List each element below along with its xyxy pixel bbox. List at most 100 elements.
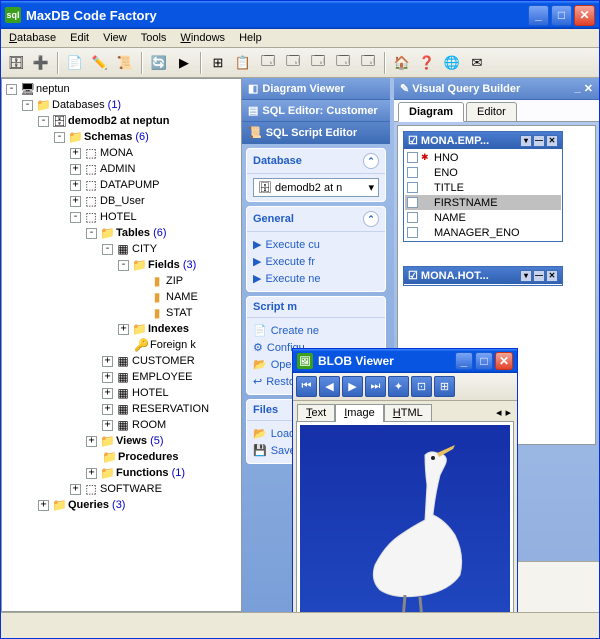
menu-tools[interactable]: Tools: [141, 32, 167, 44]
expand-icon[interactable]: +: [118, 324, 129, 335]
tree-db[interactable]: demodb2 at neptun: [68, 115, 169, 127]
close-icon[interactable]: ✕: [584, 82, 593, 95]
minimize-button[interactable]: _: [455, 352, 473, 370]
tb-mail-icon[interactable]: ✉: [466, 52, 488, 74]
tb-world-icon[interactable]: 🌐: [441, 52, 463, 74]
tab-html[interactable]: HTML: [384, 404, 432, 421]
last-icon[interactable]: ⏭: [365, 376, 386, 397]
table-window-emp[interactable]: ☑ MONA.EMP...▾—✕ ✱HNOENOTITLEFIRSTNAMENA…: [403, 131, 563, 242]
grid-icon[interactable]: ⊞: [434, 376, 455, 397]
column-name[interactable]: HNO: [434, 152, 458, 164]
tree-table[interactable]: EMPLOYEE: [132, 371, 193, 383]
blob-window[interactable]: 🖼BLOB Viewer_□✕ ⏮ ◀ ▶ ⏭ ✦ ⊡ ⊞ Text Image…: [292, 348, 518, 612]
next-icon[interactable]: ▶: [342, 376, 363, 397]
tree-panel[interactable]: -🖥neptun -📁Databases (1) -🗄demodb2 at ne…: [1, 78, 242, 612]
link-create[interactable]: 📄Create ne: [253, 322, 379, 339]
expand-icon[interactable]: -: [86, 228, 97, 239]
expand-icon[interactable]: +: [86, 436, 97, 447]
expand-icon[interactable]: +: [102, 356, 113, 367]
panel-diagram-viewer[interactable]: ◧Diagram Viewer: [242, 78, 390, 100]
checkbox[interactable]: [407, 152, 418, 163]
expand-icon[interactable]: +: [70, 148, 81, 159]
first-icon[interactable]: ⏮: [296, 376, 317, 397]
chevron-up-icon[interactable]: ⌃: [363, 211, 379, 227]
tb-home-icon[interactable]: 🏠: [391, 52, 413, 74]
table-window-hot[interactable]: ☑ MONA.HOT...▾—✕: [403, 266, 563, 286]
tree-field[interactable]: STAT: [166, 307, 192, 319]
tb-w1-icon[interactable]: 🗔: [257, 52, 279, 74]
minimize-icon[interactable]: —: [533, 135, 545, 147]
expand-icon[interactable]: +: [70, 196, 81, 207]
expand-icon[interactable]: +: [102, 404, 113, 415]
minimize-icon[interactable]: —: [533, 270, 545, 282]
chevron-up-icon[interactable]: ⌃: [363, 153, 379, 169]
expand-icon[interactable]: -: [102, 244, 113, 255]
checkbox[interactable]: [407, 167, 418, 178]
tb-w2-icon[interactable]: 🗔: [282, 52, 304, 74]
checkbox[interactable]: [407, 212, 418, 223]
expand-icon[interactable]: +: [70, 164, 81, 175]
expand-icon[interactable]: +: [102, 388, 113, 399]
expand-icon[interactable]: +: [70, 484, 81, 495]
tree-table[interactable]: ROOM: [132, 419, 166, 431]
tab-image[interactable]: Image: [335, 404, 384, 422]
menu-database[interactable]: Database: [9, 32, 56, 44]
maximize-button[interactable]: □: [475, 352, 493, 370]
column-name[interactable]: TITLE: [434, 182, 464, 194]
tree-schema[interactable]: DATAPUMP: [100, 179, 160, 191]
tb-w5-icon[interactable]: 🗔: [357, 52, 379, 74]
menu-windows[interactable]: Windows: [180, 32, 225, 44]
tree-schema[interactable]: HOTEL: [100, 211, 137, 223]
minimize-button[interactable]: _: [528, 5, 549, 26]
tb-help-icon[interactable]: ❓: [416, 52, 438, 74]
panel-sql-editor[interactable]: ▤SQL Editor: Customer: [242, 100, 390, 122]
tree-schema[interactable]: DB_User: [100, 195, 145, 207]
titlebar[interactable]: sql MaxDB Code Factory _ □ ✕: [1, 1, 599, 29]
expand-icon[interactable]: +: [102, 420, 113, 431]
link-exec-ne[interactable]: ▶Execute ne: [253, 270, 379, 287]
tb-refresh-icon[interactable]: 🔄: [148, 52, 170, 74]
tree-table[interactable]: CUSTOMER: [132, 355, 195, 367]
tab-diagram[interactable]: Diagram: [398, 102, 464, 122]
tree-field[interactable]: NAME: [166, 291, 198, 303]
link-exec-cur[interactable]: ▶Execute cu: [253, 236, 379, 253]
expand-icon[interactable]: -: [118, 260, 129, 271]
expand-icon[interactable]: -: [70, 212, 81, 223]
expand-icon[interactable]: +: [86, 468, 97, 479]
expand-icon[interactable]: -: [6, 84, 17, 95]
tree-table-city[interactable]: CITY: [132, 243, 157, 255]
close-icon[interactable]: ✕: [546, 135, 558, 147]
tb-script-icon[interactable]: 📜: [114, 52, 136, 74]
panel-sql-script[interactable]: 📜SQL Script Editor: [242, 122, 390, 144]
panel-vqb[interactable]: ✎ Visual Query Builder_✕: [394, 78, 599, 100]
menu-view[interactable]: View: [103, 32, 127, 44]
tb-db-icon[interactable]: 🗄: [5, 52, 27, 74]
expand-icon[interactable]: +: [38, 500, 49, 511]
scroll-right-icon[interactable]: ▸: [503, 404, 513, 421]
column-name[interactable]: MANAGER_ENO: [434, 227, 520, 239]
prev-icon[interactable]: ◀: [319, 376, 340, 397]
tab-editor[interactable]: Editor: [466, 102, 517, 121]
tb-new-icon[interactable]: 📄: [64, 52, 86, 74]
column-name[interactable]: ENO: [434, 167, 458, 179]
column-name[interactable]: NAME: [434, 212, 466, 224]
tab-text[interactable]: Text: [297, 404, 335, 421]
tb-w4-icon[interactable]: 🗔: [332, 52, 354, 74]
tree-schema[interactable]: MONA: [100, 147, 133, 159]
tool-icon[interactable]: ✦: [388, 376, 409, 397]
expand-icon[interactable]: -: [22, 100, 33, 111]
scroll-left-icon[interactable]: ◂: [494, 404, 504, 421]
tb-edit-icon[interactable]: ✏️: [89, 52, 111, 74]
db-dropdown[interactable]: 🗄 demodb2 at n▾: [253, 178, 379, 197]
close-button[interactable]: ✕: [495, 352, 513, 370]
checkbox[interactable]: [407, 197, 418, 208]
tb-w3-icon[interactable]: 🗔: [307, 52, 329, 74]
close-icon[interactable]: ✕: [546, 270, 558, 282]
checkbox[interactable]: [407, 227, 418, 238]
column-name[interactable]: FIRSTNAME: [434, 197, 498, 209]
expand-icon[interactable]: -: [54, 132, 65, 143]
tb-grid-icon[interactable]: ⊞: [207, 52, 229, 74]
maximize-button[interactable]: □: [551, 5, 572, 26]
menu-help[interactable]: Help: [239, 32, 262, 44]
dropdown-icon[interactable]: ▾: [520, 135, 532, 147]
